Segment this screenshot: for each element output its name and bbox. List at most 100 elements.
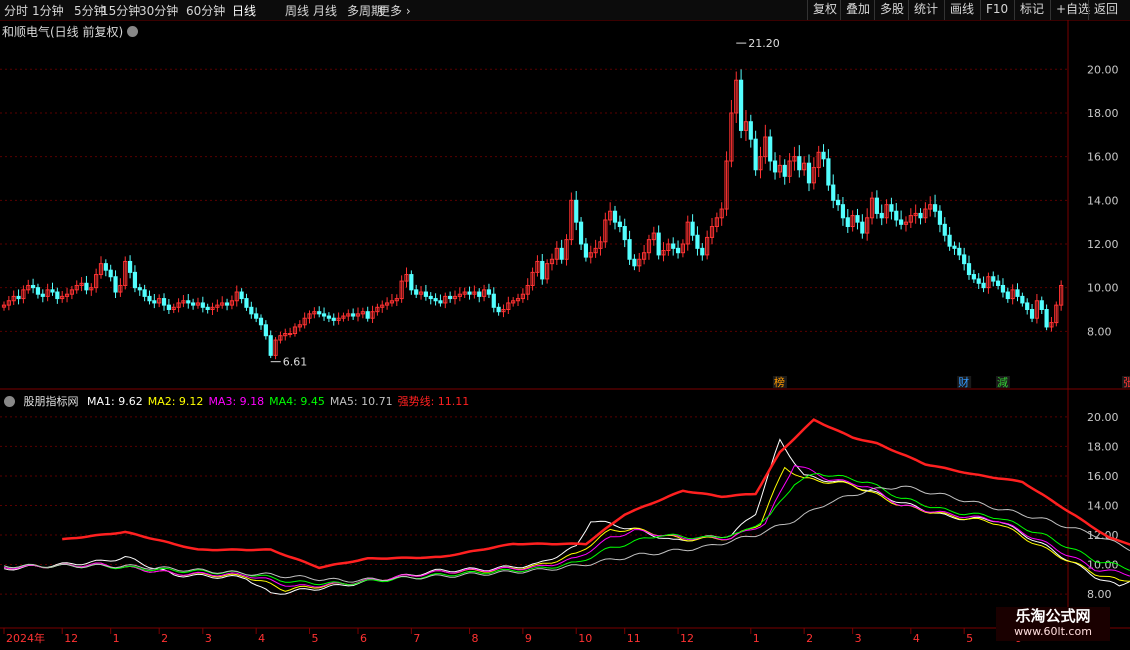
candle-body [574, 199, 579, 223]
candle-body [108, 269, 113, 278]
y-tick-label: 8.00 [1087, 588, 1112, 601]
candle-body [738, 79, 744, 131]
series-MA4 [3, 472, 1130, 586]
candle-body [448, 295, 453, 300]
candle-body [695, 234, 700, 249]
candle-body [321, 313, 327, 317]
y-tick-label: 14.00 [1087, 194, 1119, 207]
candle-body [889, 204, 894, 212]
candle-body [583, 243, 589, 258]
candle-body [1015, 289, 1020, 297]
y-tick-label: 18.00 [1087, 107, 1119, 120]
y-tick-label: 8.00 [1087, 325, 1112, 338]
candle-body [50, 289, 55, 293]
time-label: 8 [472, 632, 479, 645]
candle-body [656, 232, 661, 256]
candle-body [617, 221, 622, 228]
candle-body [797, 156, 802, 171]
candle-body [1039, 300, 1044, 310]
candle-body [962, 254, 967, 265]
time-label: 5 [966, 632, 973, 645]
candle-body [826, 158, 831, 186]
candle-body [894, 210, 899, 221]
candle-body [806, 162, 812, 184]
candle-body [331, 317, 336, 321]
y-tick-label: 10.00 [1087, 282, 1119, 295]
watermark-title: 乐淘公式网 [1015, 607, 1091, 625]
candle-body [855, 215, 860, 223]
candle-body [423, 291, 428, 297]
candle-body [918, 212, 923, 219]
candle-body [966, 263, 972, 276]
candle-body [578, 221, 584, 245]
candle-body [860, 221, 865, 234]
candle-body [365, 311, 370, 319]
candle-body [137, 287, 142, 291]
candle-body [438, 300, 443, 304]
candle-body [768, 136, 773, 162]
candle-body [205, 306, 210, 310]
candle-body [491, 293, 496, 308]
candle-body [477, 291, 482, 297]
series-强势线 [62, 418, 1130, 570]
candle-body [1029, 308, 1035, 319]
y-tick-label: 18.00 [1087, 440, 1119, 453]
time-label: 3 [855, 632, 862, 645]
candle-body [326, 315, 332, 319]
time-label: 12 [64, 632, 78, 645]
y-tick-label: 16.00 [1087, 151, 1119, 164]
candle-body [55, 291, 60, 300]
candle-body [496, 306, 501, 313]
candle-body [268, 335, 273, 356]
candle-body [932, 204, 938, 212]
candle-body [16, 295, 21, 300]
candle-body [957, 247, 962, 256]
candle-body [152, 300, 157, 304]
candle-body [1005, 291, 1010, 300]
candle-body [428, 295, 433, 300]
candle-body [186, 300, 191, 304]
candle-body [559, 247, 564, 260]
candle-body [1044, 308, 1049, 328]
time-label: 1 [113, 632, 120, 645]
y-tick-label: 20.00 [1087, 63, 1119, 76]
candle-body [317, 311, 322, 315]
candle-body [675, 247, 681, 254]
candle-body [991, 276, 996, 282]
candle-body [971, 274, 976, 280]
event-marker: 減 [997, 375, 1008, 389]
candle-body [132, 271, 138, 289]
y-tick-label: 20.00 [1087, 411, 1119, 424]
candle-body [540, 260, 545, 280]
candle-body [249, 306, 254, 315]
time-label: 12 [680, 632, 694, 645]
candle-body [632, 258, 637, 267]
candle-body [161, 298, 167, 306]
time-label: 7 [413, 632, 420, 645]
time-label: 4 [913, 632, 920, 645]
candle-body [84, 282, 89, 291]
time-label: 2 [161, 632, 168, 645]
candle-body [35, 287, 41, 295]
candle-body [845, 217, 850, 228]
candle-body [700, 247, 705, 256]
candle-body [612, 210, 618, 223]
candle-body [40, 293, 45, 297]
y-tick-label: 12.00 [1087, 238, 1119, 251]
candle-body [103, 263, 108, 271]
candle-body [835, 199, 841, 206]
event-marker: 榜 [774, 375, 785, 389]
candle-body [981, 282, 986, 289]
candle-body [942, 223, 947, 236]
candle-body [671, 243, 676, 249]
time-label: 6 [360, 632, 367, 645]
kline-chart[interactable]: 20.0018.0016.0014.0012.0010.008.0021.206… [0, 0, 1130, 650]
time-label: 11 [627, 632, 641, 645]
candle-body [1000, 284, 1006, 293]
candle-body [142, 289, 147, 297]
candle-body [782, 164, 787, 177]
candle-body [113, 276, 118, 293]
candle-body [753, 138, 758, 171]
candle-body [166, 304, 171, 310]
candle-body [409, 274, 414, 291]
